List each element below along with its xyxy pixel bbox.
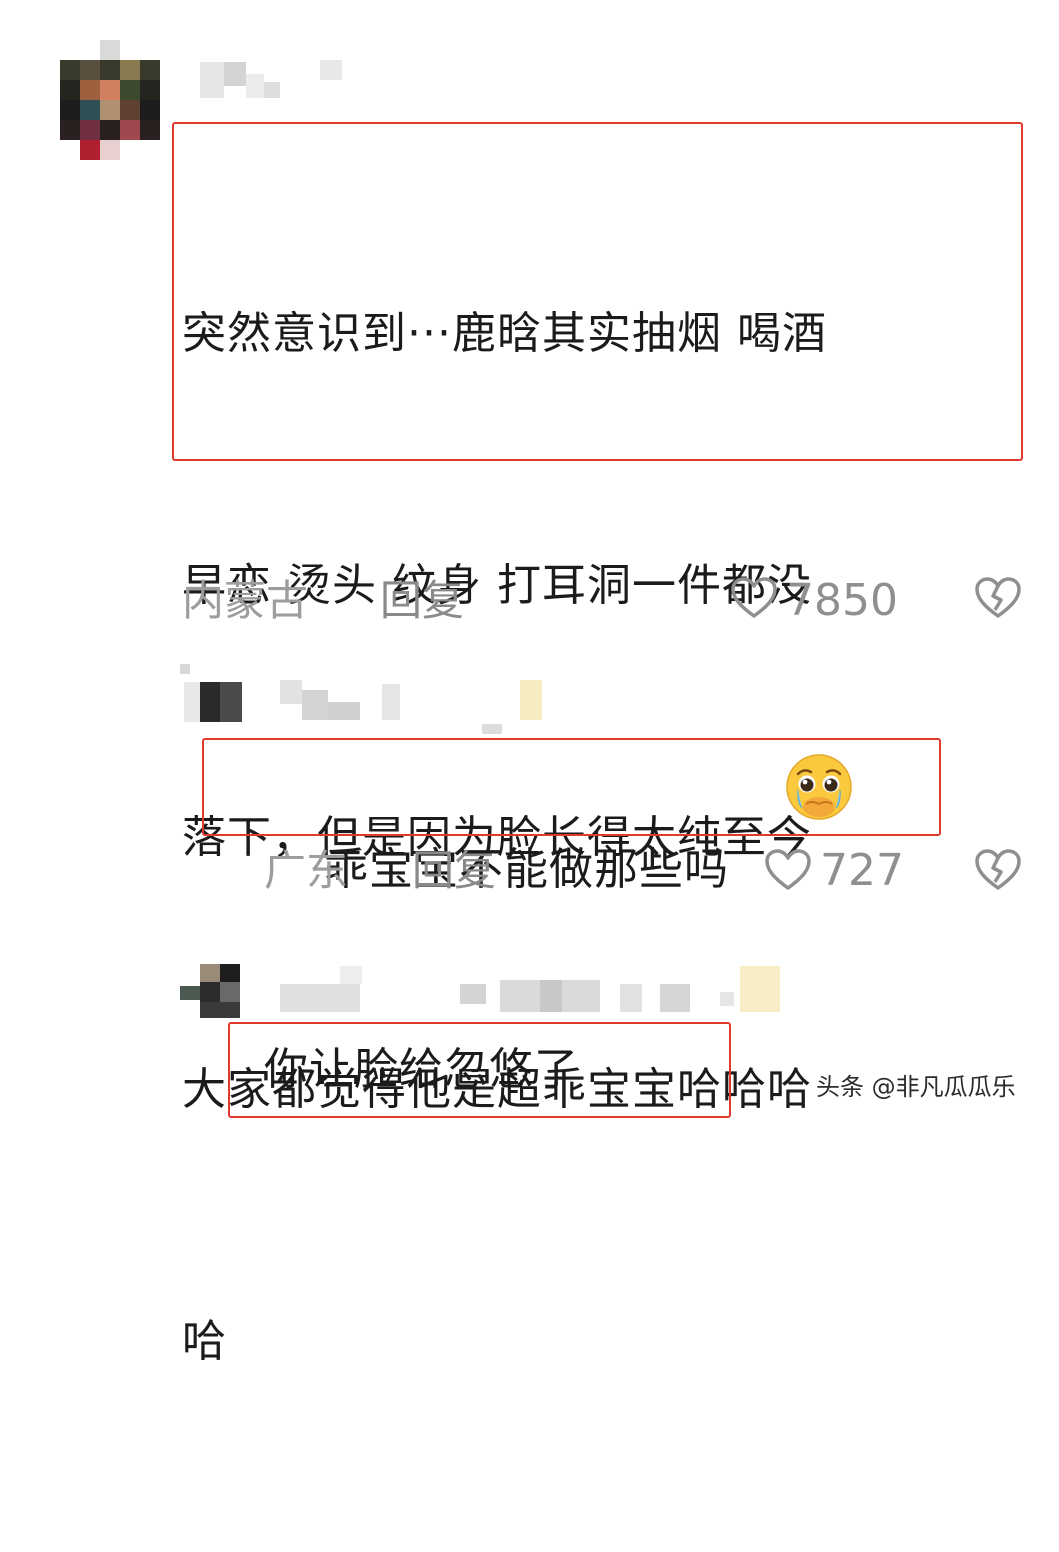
broken-heart-icon[interactable] — [974, 576, 1022, 620]
reply-button[interactable]: 回复 — [412, 846, 496, 896]
like-count: 727 — [820, 845, 904, 896]
heart-outline-icon[interactable] — [764, 848, 812, 892]
highlight-box — [172, 122, 1023, 461]
location-label: 内蒙古 — [182, 576, 309, 625]
broken-heart-icon[interactable] — [974, 848, 1022, 892]
highlight-box — [202, 738, 941, 836]
heart-outline-icon[interactable] — [730, 576, 778, 620]
watermark: 头条 @非凡瓜瓜乐 — [816, 1073, 1016, 1101]
reply-text-content: 乖宝宝不能做那些吗 — [323, 844, 729, 895]
avatar[interactable] — [180, 964, 244, 1020]
location-label: 广东 — [264, 846, 349, 895]
comment-line: 早恋 烫头 纹身 打耳洞一件都没 — [182, 560, 812, 611]
comment-line: 哈 — [182, 1316, 227, 1367]
username[interactable] — [280, 966, 790, 1016]
username[interactable] — [280, 680, 550, 734]
reply-button[interactable]: 回复 — [380, 576, 464, 626]
avatar[interactable] — [60, 40, 160, 160]
like-count: 7850 — [786, 575, 898, 626]
highlight-box — [228, 1022, 731, 1118]
username[interactable] — [200, 56, 350, 102]
avatar[interactable] — [180, 664, 244, 724]
